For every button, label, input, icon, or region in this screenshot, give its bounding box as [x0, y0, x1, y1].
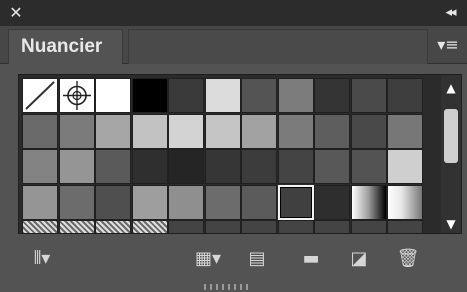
- swatch-r4-c7[interactable]: [277, 220, 314, 233]
- swatch-r1-c3[interactable]: [131, 113, 168, 149]
- swatch-r2-c9[interactable]: [350, 149, 387, 184]
- swatch-r4-c8[interactable]: [314, 220, 350, 233]
- scroll-down-icon[interactable]: ▼: [441, 215, 461, 233]
- new-color-group-icon[interactable]: ▬: [296, 246, 326, 272]
- swatch-r4-c9[interactable]: [350, 220, 387, 233]
- tab-strip-spacer: [128, 29, 428, 64]
- swatch-gradient[interactable]: [350, 184, 387, 220]
- panel-title-bar: ✕ ◂◂: [0, 0, 467, 26]
- panel-tab-strip: Nuancier: [0, 26, 467, 64]
- panel-menu-icon[interactable]: ▾≡: [435, 32, 461, 58]
- swatch-r1-c4[interactable]: [168, 113, 204, 149]
- swatch-r1-c5[interactable]: [204, 113, 241, 149]
- swatch-r1-c9[interactable]: [350, 113, 387, 149]
- swatch-r2-c10[interactable]: [387, 149, 423, 184]
- swatch-r3-c5[interactable]: [204, 184, 241, 220]
- swatch-pattern[interactable]: [95, 220, 131, 233]
- swatch-r2-c1[interactable]: [58, 149, 95, 184]
- swatch-r0-c2[interactable]: [95, 78, 131, 113]
- swatch-r0-c7[interactable]: [277, 78, 314, 113]
- swatch-r3-c3[interactable]: [131, 184, 168, 220]
- swatch-r1-c10[interactable]: [387, 113, 423, 149]
- swatch-r4-c5[interactable]: [204, 220, 241, 233]
- swatch-r1-c0[interactable]: [22, 113, 58, 149]
- swatch-r0-c5[interactable]: [204, 78, 241, 113]
- resize-grip[interactable]: [200, 284, 260, 290]
- swatch-pattern[interactable]: [58, 220, 95, 233]
- swatch-r0-c8[interactable]: [314, 78, 350, 113]
- swatch-r3-c2[interactable]: [95, 184, 131, 220]
- scroll-up-icon[interactable]: ▲: [441, 79, 461, 97]
- swatch-r3-c7[interactable]: [277, 184, 314, 220]
- close-icon[interactable]: ✕: [6, 3, 26, 23]
- vertical-scrollbar[interactable]: ▲ ▼: [441, 75, 461, 233]
- swatch-gradient[interactable]: [387, 184, 423, 220]
- swatch-r1-c7[interactable]: [277, 113, 314, 149]
- swatch-pattern[interactable]: [22, 220, 58, 233]
- swatch-library-menu-icon[interactable]: ⫴▾: [22, 246, 62, 272]
- scroll-thumb[interactable]: [444, 109, 458, 163]
- swatch-r3-c4[interactable]: [168, 184, 204, 220]
- swatch-r1-c8[interactable]: [314, 113, 350, 149]
- new-swatch-icon[interactable]: ◪: [346, 246, 372, 272]
- swatch-r0-c6[interactable]: [241, 78, 277, 113]
- swatch-r2-c4[interactable]: [168, 149, 204, 184]
- swatch-r1-c6[interactable]: [241, 113, 277, 149]
- show-swatch-kinds-icon[interactable]: ▦▾: [190, 246, 226, 272]
- collapse-panel-icon[interactable]: ◂◂: [439, 3, 461, 23]
- swatch-r3-c6[interactable]: [241, 184, 277, 220]
- swatch-r3-c1[interactable]: [58, 184, 95, 220]
- swatch-r4-c10[interactable]: [387, 220, 423, 233]
- swatch-r0-c4[interactable]: [168, 78, 204, 113]
- swatch-r2-c8[interactable]: [314, 149, 350, 184]
- swatch-r1-c1[interactable]: [58, 113, 95, 149]
- swatch-r1-c2[interactable]: [95, 113, 131, 149]
- swatch-none[interactable]: [22, 78, 58, 113]
- swatch-r4-c4[interactable]: [168, 220, 204, 233]
- swatch-r2-c2[interactable]: [95, 149, 131, 184]
- swatch-list: ▲ ▼: [18, 74, 462, 234]
- swatch-r2-c0[interactable]: [22, 149, 58, 184]
- swatch-registration[interactable]: [58, 78, 95, 113]
- swatch-r4-c6[interactable]: [241, 220, 277, 233]
- swatch-r3-c0[interactable]: [22, 184, 58, 220]
- swatches-panel: ✕ ◂◂ Nuancier ▾≡ ▲ ▼ ⫴▾ ▦▾ ▤ ▬ ◪ 🗑: [0, 0, 467, 292]
- swatch-options-icon[interactable]: ▤: [244, 246, 270, 272]
- swatch-pattern[interactable]: [131, 220, 168, 233]
- swatch-r3-c8[interactable]: [314, 184, 350, 220]
- swatch-r0-c10[interactable]: [387, 78, 423, 113]
- swatch-r0-c9[interactable]: [350, 78, 387, 113]
- swatch-grid: [22, 78, 442, 233]
- delete-swatch-icon[interactable]: 🗑: [394, 246, 422, 272]
- swatch-r2-c6[interactable]: [241, 149, 277, 184]
- swatch-r2-c3[interactable]: [131, 149, 168, 184]
- panel-bottom-toolbar: ⫴▾ ▦▾ ▤ ▬ ◪ 🗑: [0, 238, 467, 278]
- swatch-r2-c5[interactable]: [204, 149, 241, 184]
- swatch-r2-c7[interactable]: [277, 149, 314, 184]
- swatch-r0-c3[interactable]: [131, 78, 168, 113]
- tab-nuancier[interactable]: Nuancier: [8, 29, 123, 64]
